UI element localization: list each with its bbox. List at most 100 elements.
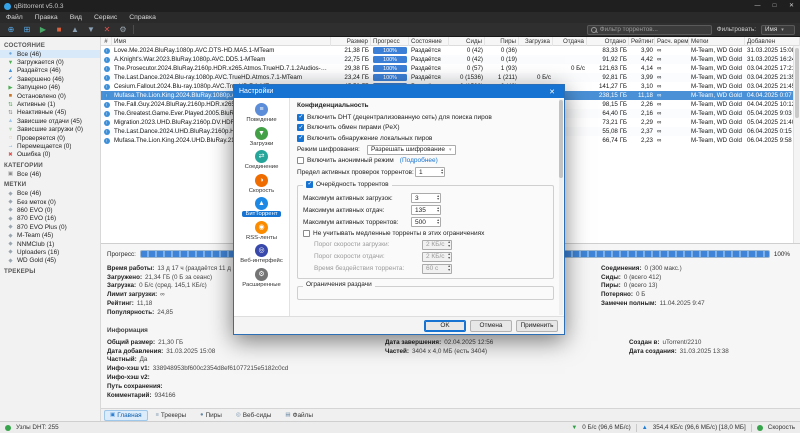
sidebar-status-filter[interactable]: ■ Остановлено (0) (0, 92, 100, 100)
checkbox[interactable] (297, 157, 304, 165)
sidebar-tag[interactable]: ◆ M-Team (45) (0, 231, 100, 239)
column-header[interactable]: Сиды (449, 37, 485, 46)
column-header[interactable]: Добавлен (745, 37, 800, 46)
minimize-button[interactable]: — (749, 0, 766, 12)
checkbox[interactable] (297, 134, 304, 142)
options-button[interactable]: ⚙ (117, 23, 129, 36)
menu-item[interactable]: Справка (123, 12, 162, 23)
settings-nav-item[interactable]: ◑ Скорость (234, 173, 289, 194)
sidebar-tag[interactable]: ◆ Uploaders (16) (0, 248, 100, 256)
sidebar-tag[interactable]: ◆ NNMClub (1) (0, 240, 100, 248)
table-row[interactable]: ↑ A.Knight's.War.2023.BluRay.1080p.AVC.D… (101, 55, 800, 64)
delete-button[interactable]: ✕ (101, 23, 113, 36)
checkbox[interactable] (297, 124, 304, 132)
encryption-mode-select[interactable]: Разрешать шифрование (367, 144, 456, 155)
queueing-checkbox[interactable] (306, 180, 313, 188)
menu-item[interactable]: Правка (29, 12, 64, 23)
anonymous-mode-row[interactable]: Включить анонимный режим (Подробнее) (297, 156, 554, 167)
sidebar-status-filter[interactable]: ✔ Завершено (46) (0, 75, 100, 83)
sidebar-tag[interactable]: ◆ WD Gold (45) (0, 257, 100, 265)
option-spinbox[interactable]: 500 (411, 217, 441, 227)
move-up-button[interactable]: ▲ (69, 23, 81, 36)
column-header[interactable]: Размер (331, 37, 371, 46)
column-header[interactable]: Состояние (409, 37, 449, 46)
table-scrollbar[interactable] (793, 46, 800, 243)
apply-button[interactable]: Применить (516, 319, 558, 332)
start-button[interactable]: ▶ (37, 23, 49, 36)
checking-limit-spinbox[interactable]: 1 (415, 167, 445, 177)
column-header[interactable]: Расч. время (655, 37, 689, 46)
sidebar-status-filter[interactable]: ✖ Ошибка (0) (0, 151, 100, 159)
filter-select[interactable]: Имя (761, 24, 795, 35)
column-header[interactable]: Загрузка (519, 37, 553, 46)
scrollbar-thumb[interactable] (795, 48, 799, 118)
settings-nav-item[interactable]: ▲ БитТоррент (234, 197, 289, 217)
sidebar-category[interactable]: ▣ Все (46) (0, 170, 100, 178)
details-tab[interactable]: ▣ Главная (104, 409, 148, 421)
settings-nav-item[interactable]: ▼ Загрузки (234, 126, 289, 147)
torrent-filter-search[interactable] (586, 24, 712, 35)
settings-nav-item[interactable]: ◎ Веб-интерфейс (234, 244, 289, 264)
column-header[interactable]: Пиры (485, 37, 519, 46)
sidebar-tag[interactable]: ◆ Все (46) (0, 189, 100, 197)
settings-nav-item[interactable]: ≡ Поведение (234, 103, 289, 123)
spin-arrows-icon[interactable] (437, 195, 439, 202)
sidebar-status-filter[interactable]: → Перемещается (0) (0, 142, 100, 150)
dialog-close-button[interactable]: ✕ (545, 88, 559, 96)
sidebar-status-filter[interactable]: ▶ Запущено (46) (0, 84, 100, 92)
search-input[interactable] (599, 26, 708, 33)
maximize-button[interactable]: □ (766, 0, 783, 12)
close-button[interactable]: ✕ (783, 0, 800, 12)
column-header[interactable]: Отдано (587, 37, 629, 46)
scrollbar-thumb[interactable] (559, 100, 563, 178)
sidebar-status-filter[interactable]: ⇅ Активные (1) (0, 100, 100, 108)
cancel-button[interactable]: Отмена (470, 319, 512, 332)
table-row[interactable]: ↑ Love.Me.2024.BluRay.1080p.AVC.DTS-HD.M… (101, 46, 800, 55)
details-tab[interactable]: ◎ Веб-сиды (230, 410, 278, 421)
checkbox[interactable] (297, 113, 304, 121)
sidebar-status-filter[interactable]: ● Все (46) (0, 50, 100, 59)
sidebar-status-filter[interactable]: ▲ Раздаётся (46) (0, 67, 100, 75)
column-header[interactable]: Имя (112, 37, 331, 46)
settings-checkbox-row[interactable]: Включить DHT (децентрализованную сеть) д… (297, 112, 554, 123)
move-down-button[interactable]: ▼ (85, 23, 97, 36)
option-spinbox[interactable]: 3 (411, 193, 441, 203)
column-header[interactable]: # (101, 37, 112, 46)
column-header[interactable]: Отдача (553, 37, 587, 46)
table-row[interactable]: ↑ The.Prosecutor.2024.BluRay.2160p.HDR.x… (101, 64, 800, 73)
settings-checkbox-row[interactable]: Включить обнаружение локальных пиров (297, 133, 554, 144)
ok-button[interactable]: OK (424, 319, 466, 332)
column-header[interactable]: Прогресс (371, 37, 409, 46)
sidebar-status-filter[interactable]: ▼ Зависшие загрузки (0) (0, 126, 100, 134)
menu-item[interactable]: Файл (0, 12, 29, 23)
slow-torrents-row[interactable]: Не учитывать медленные торренты в этих о… (303, 228, 548, 239)
settings-nav-item[interactable]: ◉ RSS-ленты (234, 220, 289, 241)
sidebar-tag[interactable]: ◆ 870 EVO (16) (0, 215, 100, 223)
details-tab[interactable]: ▤ Файлы (279, 410, 319, 421)
menu-item[interactable]: Сервис (88, 12, 123, 23)
sidebar-status-filter[interactable]: ▼ Загружается (0) (0, 58, 100, 66)
add-torrent-file-button[interactable]: ⊞ (21, 23, 33, 36)
spin-arrows-icon[interactable] (437, 207, 439, 214)
checkbox[interactable] (303, 229, 310, 237)
spin-arrows-icon[interactable] (441, 169, 443, 176)
dialog-scrollbar[interactable] (559, 99, 563, 315)
learn-more-link[interactable]: (Подробнее) (400, 157, 438, 164)
column-header[interactable]: Рейтинг (629, 37, 655, 46)
sidebar-tag[interactable]: ◆ 860 EVO (0) (0, 206, 100, 214)
sidebar-tag[interactable]: ◆ 870 EVO Plus (0) (0, 223, 100, 231)
sidebar-status-filter[interactable]: ▲ Зависшие отдачи (45) (0, 117, 100, 125)
spin-arrows-icon[interactable] (437, 219, 439, 226)
add-torrent-link-button[interactable]: ⊕ (5, 23, 17, 36)
settings-checkbox-row[interactable]: Включить обмен пирами (PeX) (297, 123, 554, 134)
option-spinbox[interactable]: 135 (411, 205, 441, 215)
menu-item[interactable]: Вид (64, 12, 88, 23)
details-tab[interactable]: ≡ Трекеры (150, 410, 193, 421)
sidebar-status-filter[interactable]: ◌ Проверяется (0) (0, 134, 100, 142)
sidebar-status-filter[interactable]: ⇅ Неактивные (45) (0, 109, 100, 117)
details-tab[interactable]: ● Пиры (194, 410, 228, 421)
column-header[interactable]: Метки (689, 37, 745, 46)
table-row[interactable]: ↑ The.Last.Dance.2024.Blu-ray.1080p.AVC.… (101, 73, 800, 82)
sidebar-tag[interactable]: ◆ Без меток (0) (0, 198, 100, 206)
speed-toggle-button[interactable]: Скорость (768, 424, 795, 431)
